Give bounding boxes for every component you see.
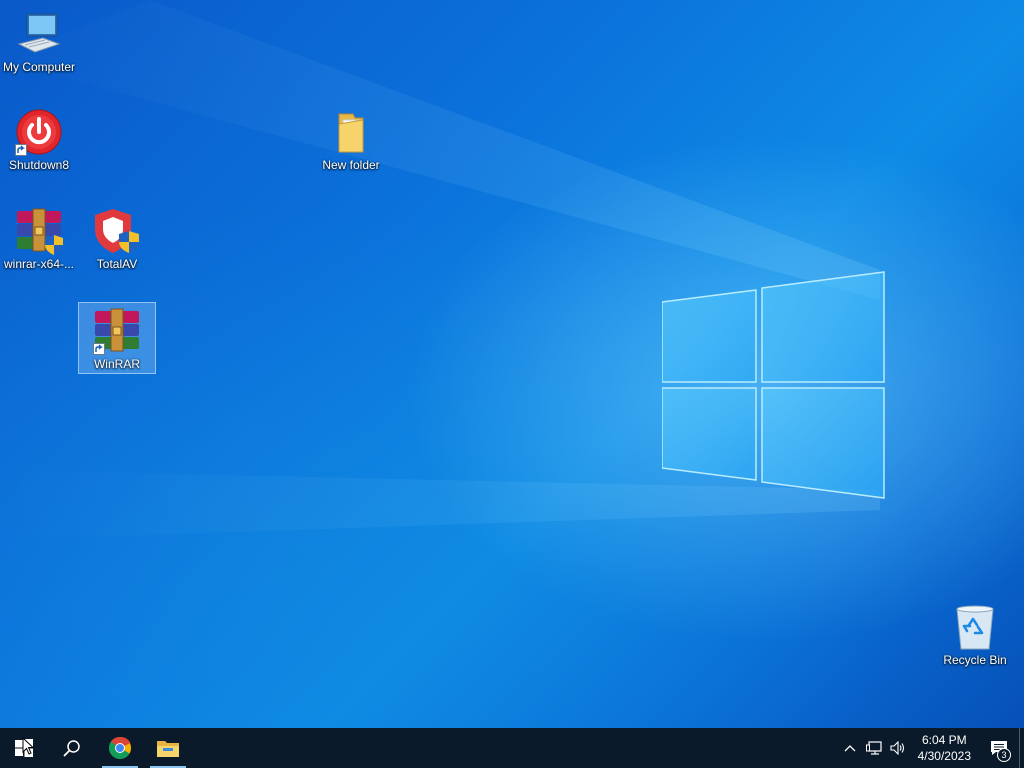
desktop[interactable]: My Computer Shutdown8 New folder winrar-… bbox=[0, 0, 1024, 728]
search-icon bbox=[63, 740, 80, 757]
clock-date: 4/30/2023 bbox=[917, 749, 971, 763]
icon-label: winrar-x64-... bbox=[3, 257, 74, 271]
clock-time: 6:04 PM bbox=[921, 733, 967, 747]
file-explorer-icon bbox=[157, 741, 179, 757]
chrome-icon bbox=[108, 736, 131, 759]
icon-label: New folder bbox=[322, 158, 380, 172]
windows-wallpaper-logo bbox=[662, 271, 885, 499]
icon-label: My Computer bbox=[2, 60, 76, 74]
computer-icon bbox=[15, 10, 63, 58]
network-icon bbox=[865, 741, 882, 755]
mouse-cursor-icon bbox=[22, 737, 34, 755]
notification-count-badge: 3 bbox=[997, 748, 1011, 762]
power-icon bbox=[15, 108, 63, 156]
winrar-installer-icon bbox=[15, 207, 63, 255]
taskbar-file-explorer[interactable] bbox=[144, 728, 192, 768]
shortcut-arrow-icon bbox=[93, 343, 105, 355]
system-tray: 6:04 PM 4/30/2023 3 bbox=[838, 728, 1024, 768]
totalav-shield-icon bbox=[93, 207, 141, 255]
desktop-icon-my-computer[interactable]: My Computer bbox=[0, 6, 78, 78]
desktop-icon-new-folder[interactable]: New folder bbox=[312, 104, 390, 176]
icon-label: WinRAR bbox=[93, 357, 140, 371]
winrar-icon bbox=[93, 307, 141, 355]
taskbar-clock[interactable]: 6:04 PM 4/30/2023 bbox=[910, 732, 979, 764]
icon-label: Recycle Bin bbox=[943, 653, 1007, 667]
search-button[interactable] bbox=[48, 728, 96, 768]
taskbar: 6:04 PM 4/30/2023 3 bbox=[0, 728, 1024, 768]
recycle-bin-icon bbox=[951, 603, 999, 651]
desktop-icon-totalav[interactable]: TotalAV bbox=[78, 203, 156, 275]
shortcut-arrow-icon bbox=[15, 144, 27, 156]
network-button[interactable] bbox=[862, 728, 886, 768]
volume-icon bbox=[890, 741, 904, 755]
desktop-icon-winrar-installer[interactable]: winrar-x64-... bbox=[0, 203, 78, 275]
chevron-up-icon bbox=[844, 745, 856, 752]
taskbar-chrome[interactable] bbox=[96, 728, 144, 768]
volume-button[interactable] bbox=[886, 728, 910, 768]
show-desktop-button[interactable] bbox=[1019, 728, 1024, 768]
desktop-icon-winrar[interactable]: WinRAR bbox=[78, 302, 156, 374]
folder-icon bbox=[327, 108, 375, 156]
desktop-icon-shutdown8[interactable]: Shutdown8 bbox=[0, 104, 78, 176]
icon-label: TotalAV bbox=[96, 257, 138, 271]
action-center-button[interactable]: 3 bbox=[979, 728, 1019, 768]
show-hidden-icons-button[interactable] bbox=[838, 728, 862, 768]
icon-label: Shutdown8 bbox=[8, 158, 70, 172]
desktop-icon-recycle-bin[interactable]: Recycle Bin bbox=[936, 599, 1014, 671]
